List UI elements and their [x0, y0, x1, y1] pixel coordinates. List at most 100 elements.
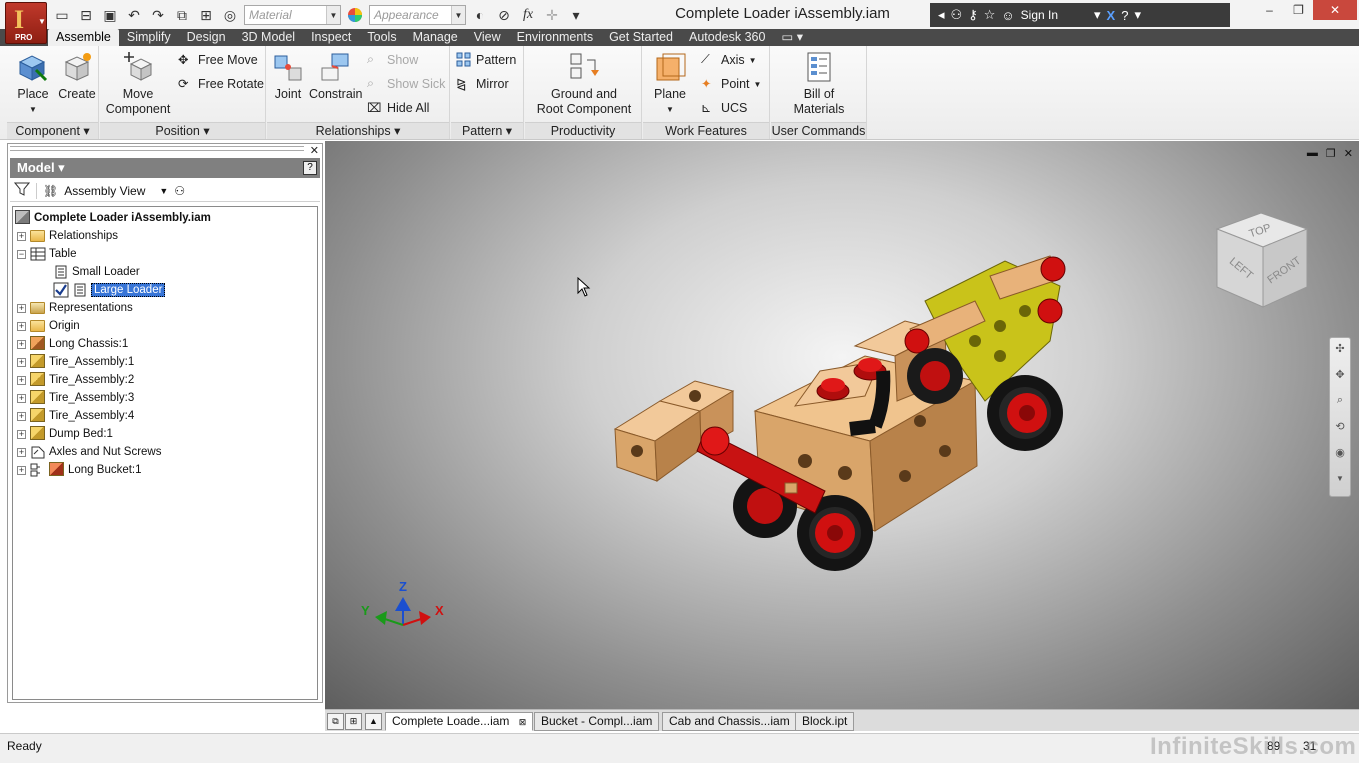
expand-icon[interactable]: +: [17, 429, 26, 439]
chevron-down-icon[interactable]: ▼: [451, 6, 465, 24]
hide-all-button[interactable]: ⌧ Hide All: [367, 99, 429, 117]
return-icon[interactable]: ⧉: [172, 5, 192, 25]
filter-icon[interactable]: [13, 181, 31, 200]
collapse-icon[interactable]: −: [17, 249, 26, 259]
chevron-up-icon[interactable]: ▲: [365, 713, 382, 730]
redo-icon[interactable]: ↷: [148, 5, 168, 25]
doc-tab-complete-loader[interactable]: Complete Loade...iam ⊠: [385, 712, 534, 731]
close-icon[interactable]: ⊠: [519, 717, 527, 727]
expand-icon[interactable]: +: [17, 375, 26, 385]
exchange-icon[interactable]: X: [1107, 8, 1116, 23]
point-button[interactable]: ✦ Point ▼: [701, 75, 761, 93]
clear-appearance-icon[interactable]: ⊘: [494, 5, 514, 25]
save-icon[interactable]: ▣: [100, 5, 120, 25]
binoculars-icon[interactable]: ⚇: [174, 184, 185, 198]
customize-dropdown-icon[interactable]: ▾: [566, 5, 586, 25]
function-icon[interactable]: fx: [518, 5, 538, 25]
tree-node-relationships[interactable]: + Relationships: [17, 227, 118, 245]
tab-autodesk-360[interactable]: Autodesk 360: [681, 29, 773, 46]
chevron-left-icon[interactable]: ◂: [938, 7, 945, 23]
update-icon[interactable]: ◎: [220, 5, 240, 25]
joint-button[interactable]: Joint: [269, 50, 307, 102]
panel-title-position[interactable]: Position ▾: [100, 122, 265, 139]
expand-icon[interactable]: +: [17, 393, 26, 403]
minimize-icon[interactable]: ▬: [1307, 147, 1318, 160]
tab-tools[interactable]: Tools: [359, 29, 404, 46]
loader-3d-model[interactable]: [605, 251, 1085, 581]
bill-of-materials-button[interactable]: Bill of Materials: [779, 50, 859, 117]
restore-icon[interactable]: ❐: [1284, 0, 1313, 20]
tree-node-tire-assembly-1[interactable]: + Tire_Assembly:1: [17, 353, 134, 371]
close-icon[interactable]: ✕: [310, 144, 319, 157]
binoculars-icon[interactable]: ⚇: [951, 7, 963, 23]
key-icon[interactable]: ⚷: [968, 7, 978, 23]
appearance-combo[interactable]: Appearance ▼: [369, 5, 466, 25]
pan-icon[interactable]: ✥: [1333, 368, 1347, 382]
tree-node-origin[interactable]: + Origin: [17, 317, 80, 335]
tab-assemble[interactable]: Assemble: [48, 29, 119, 46]
doc-tab-cab-chassis[interactable]: Cab and Chassis...iam: [662, 712, 797, 731]
tree-root[interactable]: Complete Loader iAssembly.iam: [15, 209, 211, 227]
orbit-icon[interactable]: ⟲: [1333, 420, 1347, 434]
tree-node-tire-assembly-2[interactable]: + Tire_Assembly:2: [17, 371, 134, 389]
move-component-button[interactable]: Move Component: [104, 50, 172, 117]
expand-icon[interactable]: +: [17, 357, 26, 367]
star-icon[interactable]: ☆: [984, 7, 996, 23]
panel-title-component[interactable]: Component ▾: [7, 122, 98, 139]
panel-title-pattern[interactable]: Pattern ▾: [451, 122, 523, 139]
constrain-button[interactable]: Constrain: [309, 50, 363, 102]
graphics-viewport[interactable]: ▬ ❐ ✕ TOP LEFT FRONT ✣ ✥ ⌕ ⟲ ◉ ▼ Z X Y: [325, 141, 1359, 709]
application-menu-button[interactable]: I PRO ▼: [5, 2, 47, 44]
appearance-color-icon[interactable]: [345, 5, 365, 25]
tree-node-table[interactable]: − Table: [17, 245, 77, 263]
doc-tab-bucket[interactable]: Bucket - Compl...iam: [534, 712, 660, 731]
chevron-down-icon[interactable]: ▼: [326, 6, 340, 24]
tab-environments[interactable]: Environments: [509, 29, 601, 46]
look-at-icon[interactable]: ◉: [1333, 446, 1347, 460]
tile-windows-icon[interactable]: ⊞: [345, 713, 362, 730]
tree-node-representations[interactable]: + Representations: [17, 299, 133, 317]
browser-header[interactable]: Model ▾ ?: [10, 158, 320, 178]
tab-3d-model[interactable]: 3D Model: [234, 29, 304, 46]
view-mode-label[interactable]: Assembly View: [64, 184, 145, 198]
tab-manage[interactable]: Manage: [405, 29, 466, 46]
ucs-button[interactable]: ⊾ UCS: [701, 99, 747, 117]
sign-in-link[interactable]: Sign In: [1021, 8, 1058, 22]
chevron-down-icon[interactable]: ▼: [159, 186, 168, 196]
expand-icon[interactable]: +: [17, 231, 26, 241]
material-combo[interactable]: Material ▼: [244, 5, 341, 25]
browser-drag-grip[interactable]: [10, 146, 304, 151]
tab-design[interactable]: Design: [179, 29, 234, 46]
expand-icon[interactable]: +: [17, 303, 26, 313]
steering-wheel-icon[interactable]: ✣: [1333, 342, 1347, 356]
create-button[interactable]: Create: [57, 50, 97, 102]
chevron-down-icon[interactable]: ▾: [1134, 7, 1141, 23]
cascade-windows-icon[interactable]: ⧉: [327, 713, 344, 730]
expand-icon[interactable]: +: [17, 339, 26, 349]
tree-node-axles-nut-screws[interactable]: + Axles and Nut Screws: [17, 443, 162, 461]
zoom-icon[interactable]: ⌕: [1333, 394, 1347, 408]
new-file-icon[interactable]: ▭: [52, 5, 72, 25]
undo-icon[interactable]: ↶: [124, 5, 144, 25]
help-icon[interactable]: ?: [303, 161, 317, 175]
free-move-button[interactable]: ✥ Free Move: [178, 51, 258, 69]
expand-icon[interactable]: +: [17, 447, 26, 457]
open-folder-icon[interactable]: ⊟: [76, 5, 96, 25]
plane-button[interactable]: Plane ▼: [649, 50, 691, 117]
chevron-down-icon[interactable]: ▾: [1094, 7, 1101, 23]
ribbon-options-icon[interactable]: ▭ ▾: [773, 29, 811, 46]
browser-title[interactable]: Model ▾: [10, 160, 65, 175]
restore-icon[interactable]: ❐: [1326, 147, 1336, 160]
tree-node-dump-bed[interactable]: + Dump Bed:1: [17, 425, 113, 443]
adjust-appearance-icon[interactable]: ◐: [470, 5, 490, 25]
expand-icon[interactable]: +: [17, 321, 26, 331]
doc-tab-block[interactable]: Block.ipt: [795, 712, 855, 731]
tree-node-tire-assembly-3[interactable]: + Tire_Assembly:3: [17, 389, 134, 407]
place-button[interactable]: Place ▼: [13, 50, 53, 117]
tree-node-long-chassis[interactable]: + Long Chassis:1: [17, 335, 128, 353]
free-rotate-button[interactable]: ⟳ Free Rotate: [178, 75, 264, 93]
chevron-down-icon[interactable]: ▼: [1333, 474, 1347, 488]
tab-view[interactable]: View: [466, 29, 509, 46]
mirror-button[interactable]: ⧎ Mirror: [456, 75, 509, 93]
tree-node-large-loader[interactable]: Large Loader: [53, 281, 166, 299]
